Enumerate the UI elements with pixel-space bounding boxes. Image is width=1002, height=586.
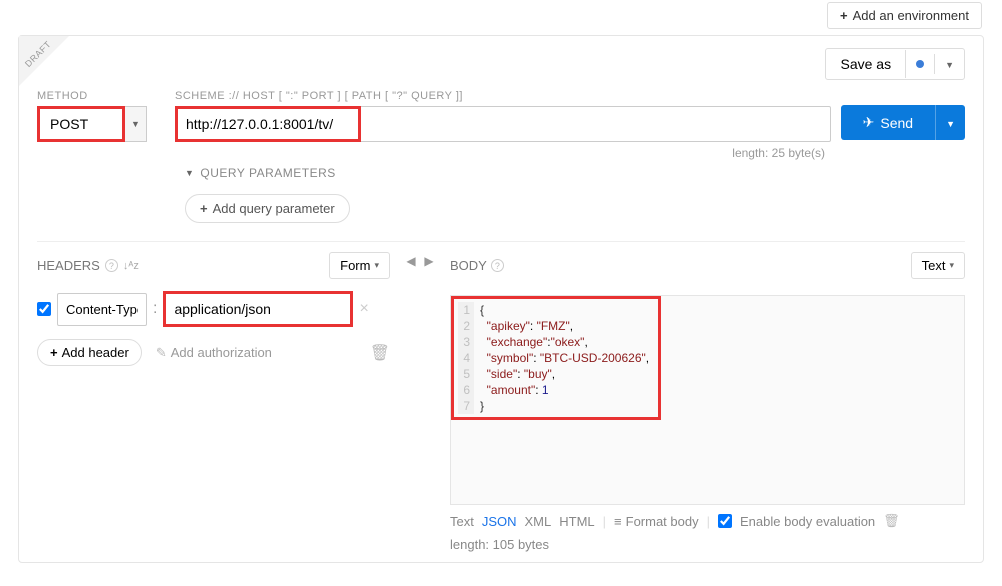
divider: | — [707, 514, 710, 529]
caret-down-icon: ▾ — [374, 260, 379, 271]
clear-headers-icon[interactable]: 🗑 — [370, 343, 390, 363]
caret-down-icon: ▼ — [131, 119, 140, 129]
add-query-param-button[interactable]: + Add query parameter — [185, 194, 350, 223]
url-length-info: length: 25 byte(s) — [37, 146, 965, 160]
header-name-input[interactable] — [57, 293, 147, 326]
help-icon[interactable]: ? — [491, 259, 504, 272]
plus-icon: + — [840, 8, 848, 23]
send-label: Send — [880, 115, 913, 131]
headers-text: HEADERS — [37, 258, 100, 273]
unsaved-dot-icon — [916, 60, 924, 68]
method-label: METHOD — [37, 90, 147, 102]
add-environment-label: Add an environment — [853, 8, 969, 23]
pencil-icon: ✎ — [156, 345, 167, 361]
add-query-param-label: Add query parameter — [213, 201, 335, 216]
body-length-info: length: 105 bytes — [450, 537, 549, 552]
add-header-button[interactable]: + Add header — [37, 339, 142, 366]
help-icon[interactable]: ? — [105, 259, 118, 272]
header-enabled-checkbox[interactable] — [37, 302, 51, 316]
send-dropdown[interactable]: ▼ — [935, 105, 965, 140]
save-as-dropdown[interactable]: Save as ▼ — [825, 48, 965, 80]
add-authorization-link[interactable]: ✎ Add authorization — [156, 345, 272, 361]
body-tab-html[interactable]: HTML — [559, 514, 594, 529]
body-json-content[interactable]: 1{ 2 "apikey": "FMZ", 3 "exchange":"okex… — [451, 296, 661, 420]
body-section-label: BODY ? — [450, 258, 504, 273]
method-select[interactable]: POST — [37, 106, 125, 142]
sort-icon[interactable]: ↓ᴬz — [123, 260, 139, 272]
enable-body-eval-label: Enable body evaluation — [740, 514, 875, 529]
caret-down-icon: ▼ — [185, 168, 194, 178]
header-value-input[interactable] — [163, 291, 353, 327]
caret-down-icon: ▼ — [945, 60, 954, 70]
format-icon: ≡ — [614, 514, 622, 529]
header-row: : × — [37, 291, 390, 327]
save-as-label[interactable]: Save as — [826, 50, 906, 78]
url-input[interactable] — [176, 107, 830, 141]
headers-section-label: HEADERS ? ↓ᴬz — [37, 258, 139, 273]
enable-body-eval-checkbox[interactable] — [718, 514, 732, 528]
collapse-left-icon[interactable]: ◀ — [406, 254, 415, 268]
colon-separator: : — [153, 300, 157, 318]
save-as-caret[interactable]: ▼ — [935, 49, 964, 79]
query-params-toggle[interactable]: ▼ QUERY PARAMETERS — [185, 166, 965, 180]
request-panel: DRAFT Save as ▼ METHOD POST ▼ SCHEME ://… — [18, 35, 984, 563]
body-tab-xml[interactable]: XML — [525, 514, 552, 529]
clear-body-icon[interactable]: 🗑 — [883, 513, 900, 529]
collapse-right-icon[interactable]: ▶ — [424, 254, 433, 268]
add-header-label: Add header — [62, 345, 129, 360]
headers-view-toggle[interactable]: Form ▾ — [329, 252, 390, 279]
draft-label: DRAFT — [19, 36, 66, 82]
caret-down-icon: ▾ — [949, 260, 954, 271]
query-params-label: QUERY PARAMETERS — [200, 166, 335, 180]
save-status-indicator — [906, 54, 935, 74]
body-text: BODY — [450, 258, 487, 273]
format-body-button[interactable]: ≡ Format body — [614, 514, 699, 529]
send-button[interactable]: ✈ Send — [841, 105, 935, 140]
add-environment-button[interactable]: + Add an environment — [827, 2, 982, 29]
divider: | — [603, 514, 606, 529]
body-tab-text[interactable]: Text — [450, 514, 474, 529]
body-format-toggle[interactable]: Text ▾ — [911, 252, 965, 279]
url-scheme-label: SCHEME :// HOST [ ":" PORT ] [ PATH [ "?… — [175, 90, 831, 102]
draft-ribbon: DRAFT — [19, 36, 69, 86]
header-delete-icon[interactable]: × — [359, 300, 368, 318]
plus-icon: + — [50, 345, 58, 360]
format-body-label: Format body — [626, 514, 699, 529]
caret-down-icon: ▼ — [946, 119, 955, 129]
body-tab-json[interactable]: JSON — [482, 514, 517, 529]
method-caret[interactable]: ▼ — [125, 106, 147, 142]
plus-icon: + — [200, 201, 208, 216]
send-icon: ✈ — [863, 114, 875, 131]
body-editor[interactable]: 1{ 2 "apikey": "FMZ", 3 "exchange":"okex… — [450, 295, 965, 505]
form-toggle-label: Form — [340, 258, 370, 273]
body-format-label: Text — [922, 258, 946, 273]
add-authorization-label: Add authorization — [171, 345, 272, 360]
